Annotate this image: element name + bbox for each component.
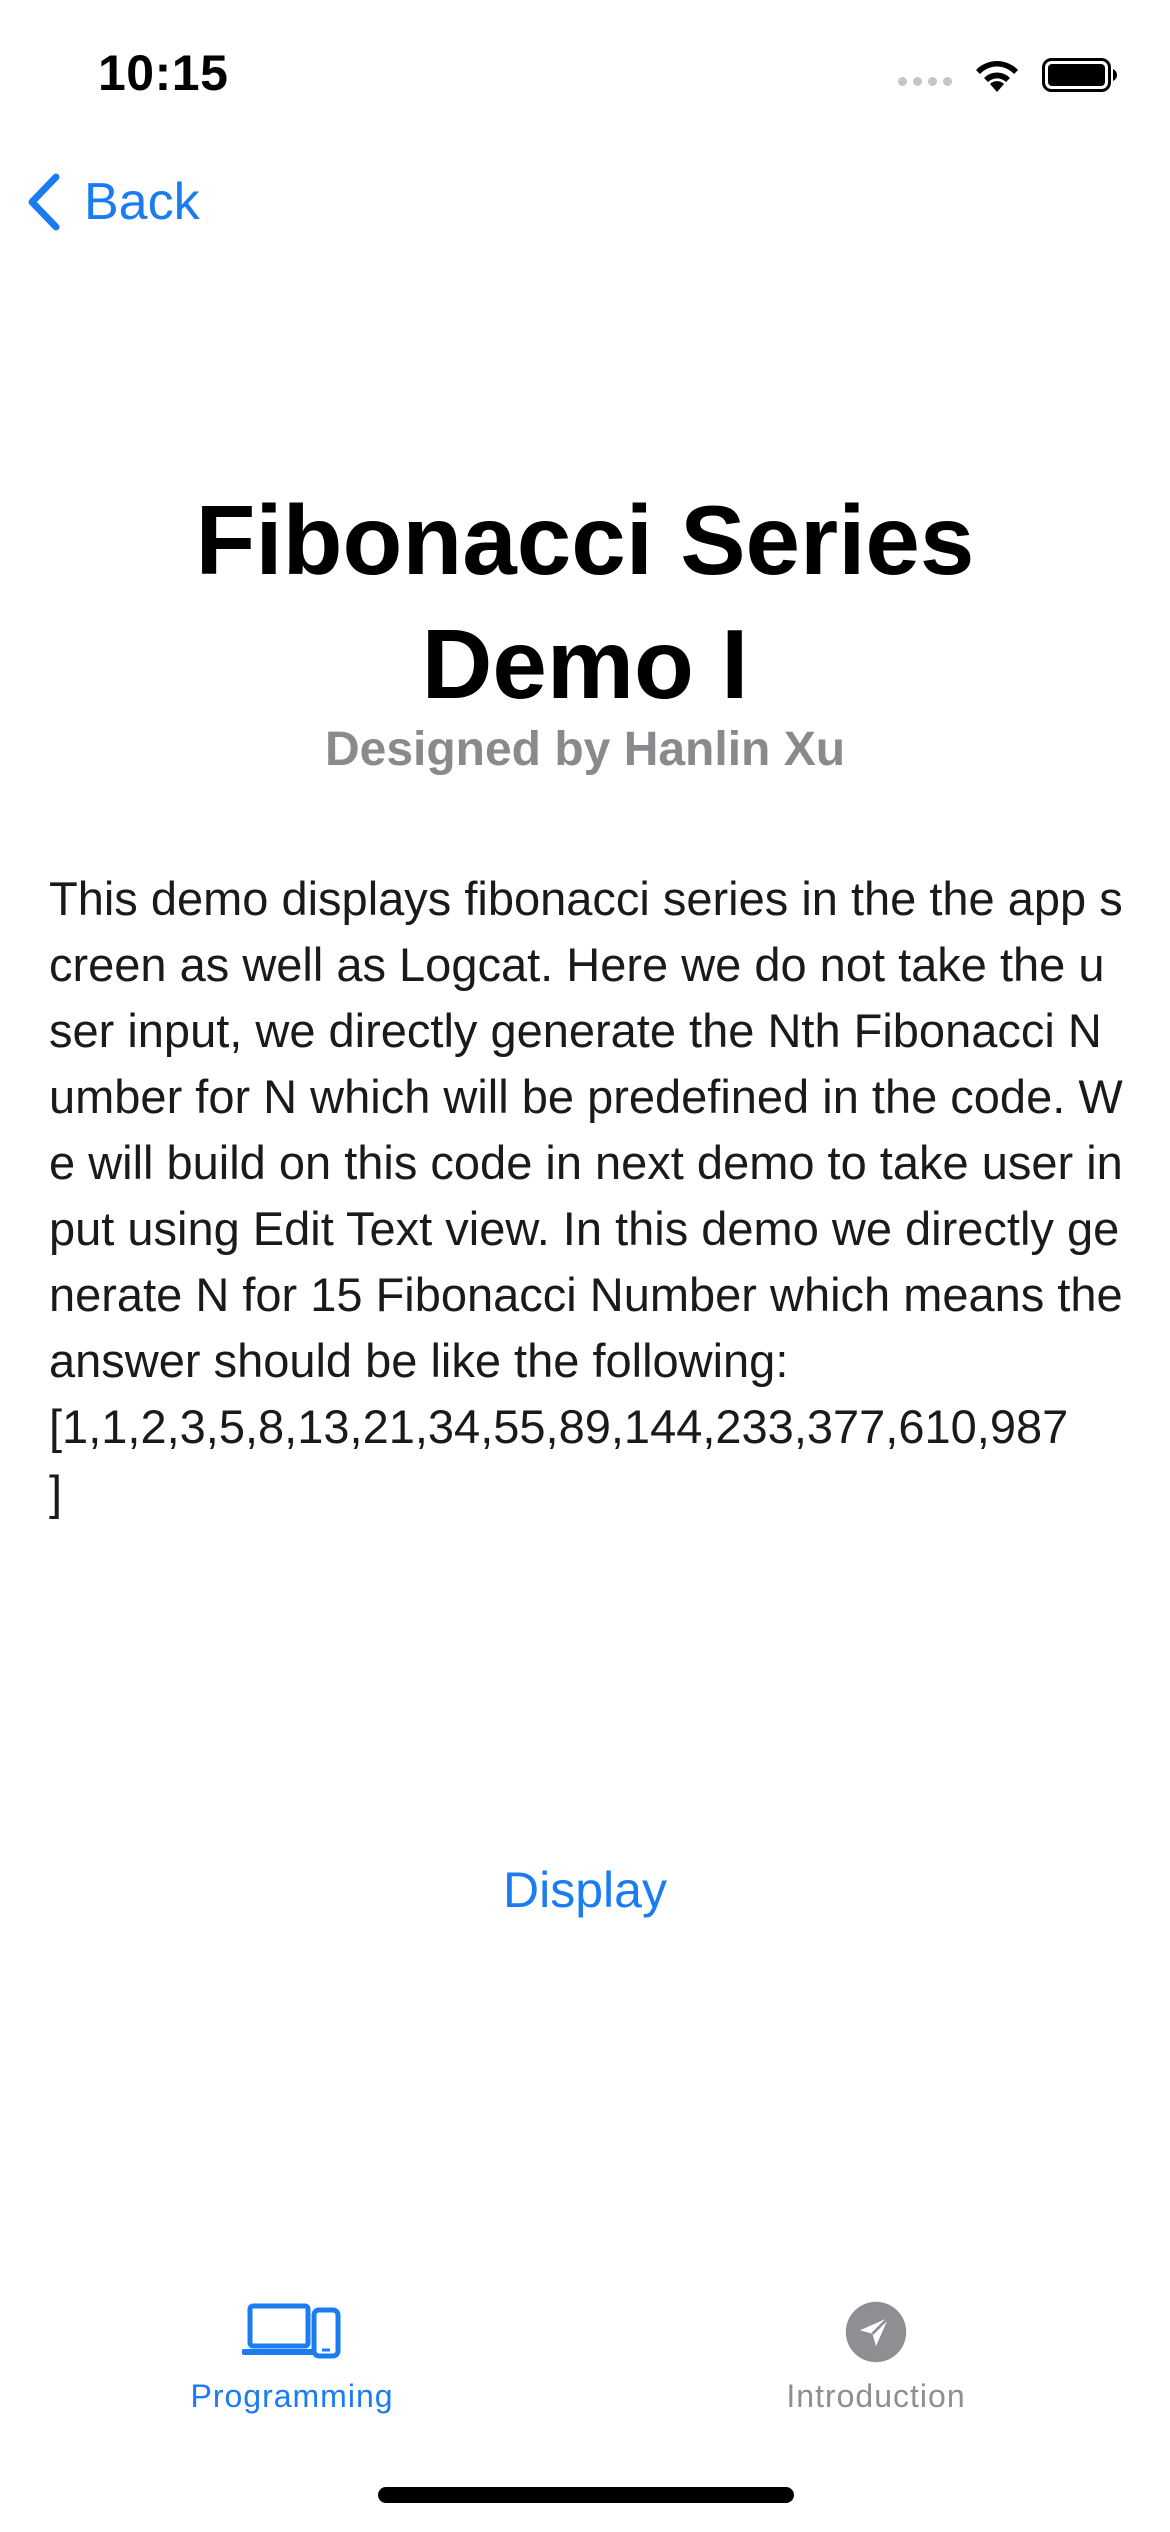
tab-programming-label: Programming xyxy=(190,2378,394,2414)
status-time: 10:15 xyxy=(98,45,229,101)
cellular-signal-icon xyxy=(898,76,952,86)
page-subtitle: Designed by Hanlin Xu xyxy=(324,723,846,776)
back-label: Back xyxy=(84,173,200,231)
status-icons xyxy=(898,52,1118,98)
chevron-left-icon xyxy=(28,173,60,231)
tab-programming[interactable]: Programming xyxy=(112,2300,472,2440)
wifi-icon xyxy=(976,61,1018,92)
display-button[interactable]: Display xyxy=(435,1850,735,1930)
paper-plane-icon xyxy=(845,2301,907,2363)
home-indicator xyxy=(378,2487,794,2503)
battery-icon xyxy=(1042,58,1117,92)
status-bar: 10:15 xyxy=(0,0,1170,150)
description-text: This demo displays fibonacci series in t… xyxy=(49,872,1123,1519)
laptop-phone-icon xyxy=(242,2303,341,2359)
page-title: Fibonacci Series Demo I xyxy=(195,485,975,719)
tab-introduction[interactable]: Introduction xyxy=(696,2300,1056,2440)
tab-introduction-label: Introduction xyxy=(786,2378,966,2414)
back-button[interactable]: Back xyxy=(26,172,200,232)
